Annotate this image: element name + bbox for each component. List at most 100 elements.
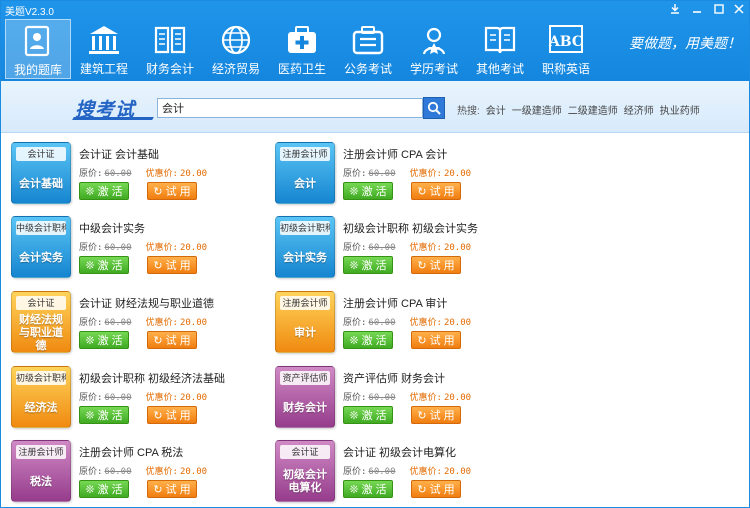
course-title[interactable]: 注册会计师 CPA 会计: [343, 146, 447, 162]
course-thumbnail[interactable]: 会计证 初级会计电算化: [275, 440, 335, 502]
hot-keyword[interactable]: 执业药师: [660, 102, 700, 117]
nav-item-economy-trade[interactable]: 经济贸易: [203, 19, 269, 79]
minimize-icon[interactable]: [687, 3, 707, 17]
course-title[interactable]: 初级会计职称 初级会计实务: [343, 220, 478, 236]
trial-button[interactable]: ↻ 试 用: [411, 331, 461, 349]
briefcase-icon: [350, 22, 386, 58]
trial-button[interactable]: ↻ 试 用: [411, 182, 461, 200]
course-card: 注册会计师 审计 注册会计师 CPA 审计 原价: 60.00 优惠价: 20.00 …: [275, 291, 535, 357]
course-title[interactable]: 资产评估师 财务会计: [343, 370, 445, 386]
original-price-label: 原价:: [343, 318, 367, 328]
course-thumbnail[interactable]: 注册会计师 税法: [11, 440, 71, 502]
activate-button[interactable]: ❊ 激 活: [79, 480, 129, 498]
course-thumbnail[interactable]: 初级会计职称 经济法: [11, 366, 71, 428]
nav-item-other-exam[interactable]: 其他考试: [467, 19, 533, 79]
activate-button[interactable]: ❊ 激 活: [343, 256, 393, 274]
activate-label: 激 活: [97, 260, 123, 272]
thumbnail-tag: 会计证: [16, 147, 66, 161]
nav-item-civil-exam[interactable]: 公务考试: [335, 19, 401, 79]
course-title[interactable]: 中级会计实务: [79, 220, 145, 236]
trial-button[interactable]: ↻ 试 用: [411, 480, 461, 498]
trial-button[interactable]: ↻ 试 用: [147, 182, 197, 200]
nav-label: 财务会计: [145, 62, 194, 76]
trial-label: 试 用: [429, 260, 455, 272]
thumbnail-subject: 财务会计: [283, 401, 327, 414]
trial-button[interactable]: ↻ 试 用: [147, 331, 197, 349]
globe-icon: [218, 22, 254, 58]
trial-button[interactable]: ↻ 试 用: [411, 406, 461, 424]
trial-button[interactable]: ↻ 试 用: [147, 406, 197, 424]
activate-icon: ❊: [349, 260, 362, 272]
course-thumbnail[interactable]: 会计证 财经法规与职业道德: [11, 291, 71, 353]
course-title[interactable]: 会计证 初级会计电算化: [343, 444, 456, 460]
original-price: 60.00: [104, 169, 132, 179]
course-title[interactable]: 会计证 财经法规与职业道德: [79, 295, 214, 311]
course-thumbnail[interactable]: 注册会计师 审计: [275, 291, 335, 353]
trial-button[interactable]: ↻ 试 用: [147, 256, 197, 274]
nav-item-construction[interactable]: 建筑工程: [71, 19, 137, 79]
trial-label: 试 用: [165, 484, 191, 496]
sale-price-label: 优惠价:: [145, 169, 178, 179]
trial-button[interactable]: ↻ 试 用: [411, 256, 461, 274]
original-price: 60.00: [368, 467, 396, 477]
course-thumbnail[interactable]: 注册会计师 会计: [275, 142, 335, 204]
trial-button[interactable]: ↻ 试 用: [147, 480, 197, 498]
hot-keyword[interactable]: 一级建造师: [512, 102, 562, 117]
course-title[interactable]: 注册会计师 CPA 税法: [79, 444, 183, 460]
activate-button[interactable]: ❊ 激 活: [79, 182, 129, 200]
activate-button[interactable]: ❊ 激 活: [79, 406, 129, 424]
original-price: 60.00: [104, 467, 132, 477]
search-input[interactable]: [157, 98, 423, 118]
original-price: 60.00: [368, 243, 396, 253]
sale-price-label: 优惠价:: [409, 393, 442, 403]
download-icon[interactable]: [665, 3, 685, 17]
sale-price-label: 优惠价:: [409, 243, 442, 253]
hot-keyword[interactable]: 经济师: [624, 102, 654, 117]
original-price-label: 原价:: [79, 169, 103, 179]
hot-keyword[interactable]: 二级建造师: [568, 102, 618, 117]
course-title[interactable]: 初级会计职称 初级经济法基础: [79, 370, 225, 386]
original-price-label: 原价:: [343, 169, 367, 179]
nav-item-title-english[interactable]: ABC 职称英语: [533, 19, 599, 79]
nav-label: 我的题库: [13, 63, 62, 77]
hot-keyword[interactable]: 会计: [486, 102, 506, 117]
course-card: 资产评估师 财务会计 资产评估师 财务会计 原价: 60.00 优惠价: 20.00 …: [275, 366, 535, 432]
sale-price-label: 优惠价:: [409, 467, 442, 477]
nav-label: 医药卫生: [277, 62, 326, 76]
refresh-icon: ↻: [417, 484, 430, 496]
course-card: 中级会计职称 会计实务 中级会计实务 原价: 60.00 优惠价: 20.00 ❊ 激…: [11, 216, 271, 282]
activate-button[interactable]: ❊ 激 活: [79, 256, 129, 274]
logo-underline: [72, 117, 154, 120]
app-window: 美题V2.3.0 我的题库 建筑工程 财务会计 经济贸易 医药卫生 公务考试 学…: [0, 0, 750, 508]
nav-item-my-bank[interactable]: 我的题库: [5, 19, 71, 79]
course-thumbnail[interactable]: 初级会计职称 会计实务: [275, 216, 335, 278]
activate-icon: ❊: [85, 484, 98, 496]
hot-search-label: 热搜:: [457, 106, 480, 117]
price-row: 原价: 60.00 优惠价: 20.00: [79, 315, 207, 328]
activate-button[interactable]: ❊ 激 活: [343, 331, 393, 349]
close-icon[interactable]: [729, 3, 749, 17]
abc-icon: ABC: [548, 22, 584, 58]
activate-button[interactable]: ❊ 激 活: [343, 182, 393, 200]
course-title[interactable]: 注册会计师 CPA 审计: [343, 295, 447, 311]
nav-item-degree-exam[interactable]: 学历考试: [401, 19, 467, 79]
top-header: 美题V2.3.0 我的题库 建筑工程 财务会计 经济贸易 医药卫生 公务考试 学…: [1, 1, 749, 81]
activate-button[interactable]: ❊ 激 活: [79, 331, 129, 349]
window-title: 美题V2.3.0: [5, 7, 54, 18]
course-thumbnail[interactable]: 资产评估师 财务会计: [275, 366, 335, 428]
trial-label: 试 用: [429, 410, 455, 422]
activate-button[interactable]: ❊ 激 活: [343, 406, 393, 424]
activate-button[interactable]: ❊ 激 活: [343, 480, 393, 498]
original-price: 60.00: [104, 243, 132, 253]
course-thumbnail[interactable]: 会计证 会计基础: [11, 142, 71, 204]
trial-label: 试 用: [165, 335, 191, 347]
maximize-icon[interactable]: [709, 3, 729, 17]
course-thumbnail[interactable]: 中级会计职称 会计实务: [11, 216, 71, 278]
nav-item-accounting[interactable]: 财务会计: [137, 19, 203, 79]
search-button[interactable]: [423, 97, 445, 119]
course-title[interactable]: 会计证 会计基础: [79, 146, 159, 162]
original-price: 60.00: [368, 393, 396, 403]
course-card: 会计证 会计基础 会计证 会计基础 原价: 60.00 优惠价: 20.00 ❊ 激 …: [11, 142, 271, 208]
sale-price: 20.00: [443, 169, 472, 179]
nav-item-medicine[interactable]: 医药卫生: [269, 19, 335, 79]
